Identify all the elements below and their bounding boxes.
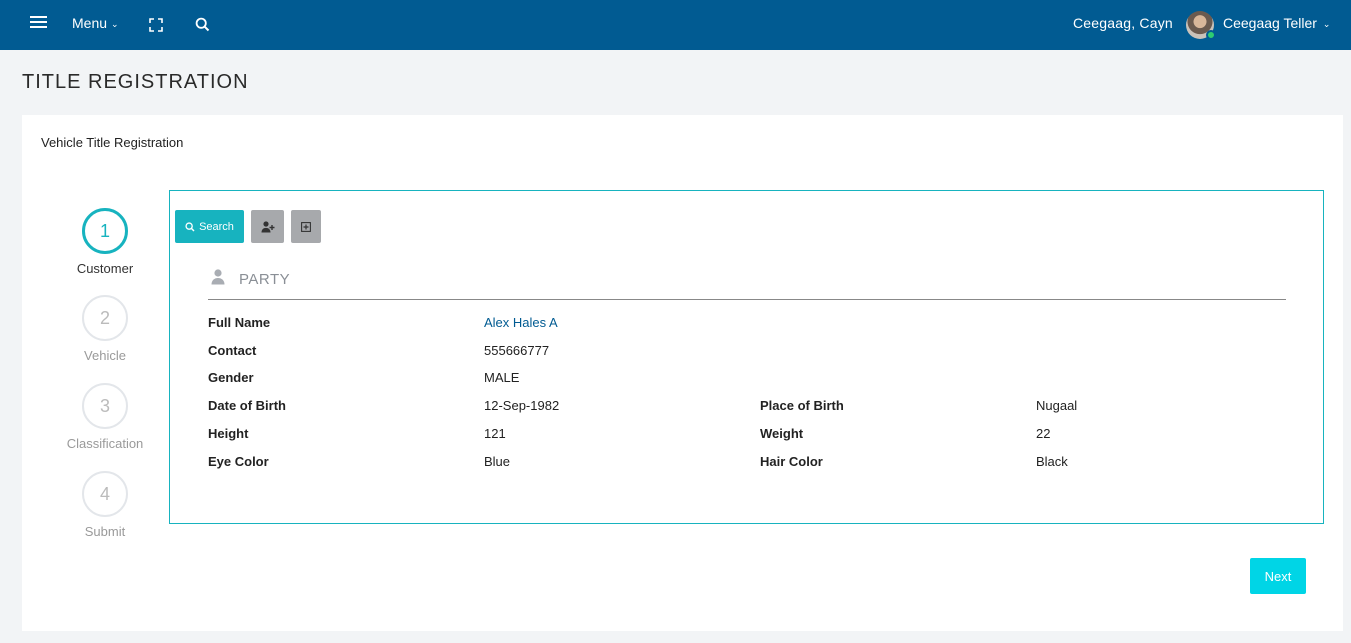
full-name-label: Full Name bbox=[208, 315, 271, 330]
step-number: 2 bbox=[82, 295, 128, 341]
weight-label: Weight bbox=[760, 426, 804, 441]
online-status-dot bbox=[1206, 30, 1216, 40]
menu-label: Menu bbox=[72, 15, 108, 31]
gender-label: Gender bbox=[208, 370, 254, 385]
step-label: Customer bbox=[76, 261, 134, 276]
fullscreen-icon[interactable] bbox=[149, 18, 163, 32]
page-title: TITLE REGISTRATION bbox=[22, 71, 249, 93]
search-button[interactable]: Search bbox=[175, 210, 244, 243]
hair-color-label: Hair Color bbox=[760, 454, 823, 469]
menu-dropdown[interactable]: Menu ⌄ bbox=[72, 15, 119, 31]
user-icon bbox=[211, 269, 225, 285]
user-plus-icon bbox=[261, 220, 274, 232]
chevron-down-icon: ⌄ bbox=[1322, 19, 1331, 29]
date-of-birth-value: 12-Sep-1982 bbox=[484, 398, 560, 413]
registration-card: Vehicle Title Registration 1 Customer 2 … bbox=[22, 115, 1343, 631]
hair-color-value: Black bbox=[1036, 454, 1068, 469]
party-section-header: PARTY bbox=[208, 269, 1286, 300]
step-number: 3 bbox=[82, 383, 128, 429]
step-customer[interactable]: 1 Customer bbox=[50, 208, 160, 276]
weight-value: 22 bbox=[1036, 426, 1051, 441]
top-navbar: Menu ⌄ Ceegaag, Cayn Ceegaag Teller ⌄ bbox=[0, 0, 1351, 50]
step-number: 4 bbox=[82, 471, 128, 517]
step-submit[interactable]: 4 Submit bbox=[50, 471, 160, 539]
next-button[interactable]: Next bbox=[1250, 558, 1306, 594]
plus-square-icon bbox=[301, 221, 311, 232]
eye-color-label: Eye Color bbox=[208, 454, 269, 469]
card-title: Vehicle Title Registration bbox=[41, 135, 184, 150]
step-number: 1 bbox=[82, 208, 128, 254]
role-label: Ceegaag Teller bbox=[1223, 15, 1317, 31]
gender-value: MALE bbox=[484, 370, 520, 385]
user-name: Ceegaag, Cayn bbox=[1073, 15, 1173, 31]
contact-value: 555666777 bbox=[484, 343, 550, 358]
step-label: Vehicle bbox=[84, 348, 126, 363]
add-user-button[interactable] bbox=[251, 210, 284, 243]
place-of-birth-label: Place of Birth bbox=[760, 398, 844, 413]
chevron-down-icon: ⌄ bbox=[111, 19, 119, 29]
step-label: Classification bbox=[66, 436, 144, 451]
full-name-link[interactable]: Alex Hales A bbox=[484, 315, 558, 330]
height-value: 121 bbox=[484, 426, 506, 441]
date-of-birth-label: Date of Birth bbox=[208, 398, 286, 413]
step-label: Submit bbox=[84, 524, 126, 539]
search-button-label: Search bbox=[199, 220, 234, 233]
avatar[interactable] bbox=[1186, 11, 1216, 40]
search-icon bbox=[185, 221, 195, 232]
role-dropdown[interactable]: Ceegaag Teller ⌄ bbox=[1223, 15, 1330, 31]
contact-label: Contact bbox=[208, 343, 257, 358]
step-vehicle[interactable]: 2 Vehicle bbox=[50, 295, 160, 363]
step-classification[interactable]: 3 Classification bbox=[50, 383, 160, 451]
customer-panel: Search PARTY Full Name Alex Hales A Cont… bbox=[169, 190, 1324, 524]
place-of-birth-value: Nugaal bbox=[1036, 398, 1078, 413]
search-icon[interactable] bbox=[195, 17, 210, 32]
section-title: PARTY bbox=[239, 271, 291, 288]
hamburger-menu-icon[interactable] bbox=[30, 16, 47, 30]
eye-color-value: Blue bbox=[484, 454, 511, 469]
height-label: Height bbox=[208, 426, 249, 441]
expand-button[interactable] bbox=[291, 210, 321, 243]
